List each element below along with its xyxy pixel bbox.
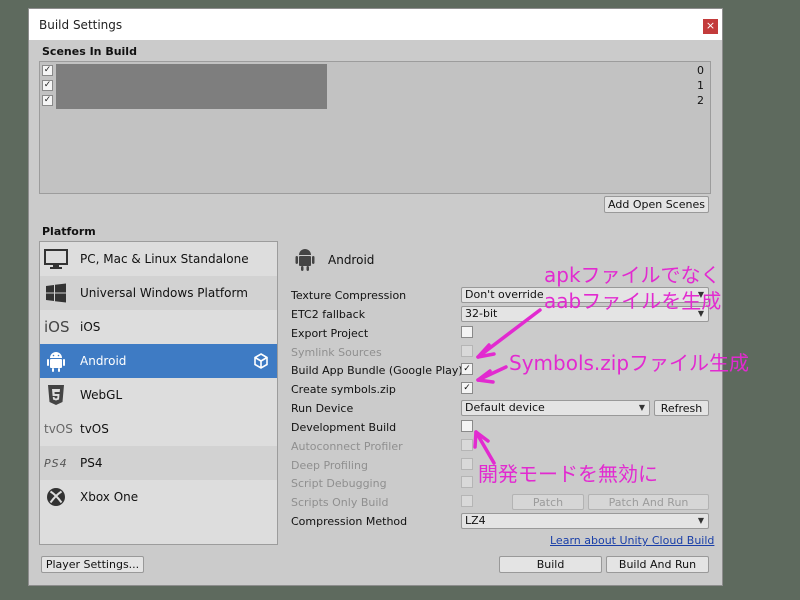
platform-item-webgl[interactable]: WebGL [40, 378, 277, 412]
annotation-symbols: Symbols.zipファイル生成 [509, 351, 750, 375]
build-button[interactable]: Build [499, 556, 602, 573]
monitor-icon [44, 249, 68, 269]
platform-item-android[interactable]: Android [40, 344, 277, 378]
annotation-apk-line1: apkファイルでなく [544, 263, 721, 287]
platform-item-standalone[interactable]: PC, Mac & Linux Standalone [40, 242, 277, 276]
refresh-button[interactable]: Refresh [654, 400, 709, 416]
scene-index: 2 [697, 94, 704, 107]
autoconnect-profiler-checkbox[interactable] [461, 439, 473, 451]
create-symbols-label: Create symbols.zip [291, 383, 396, 396]
scene-name-redacted [56, 94, 327, 109]
chevron-down-icon: ▼ [697, 516, 704, 525]
platform-label: Platform [42, 225, 96, 238]
scripts-only-build-checkbox[interactable] [461, 495, 473, 507]
platform-item-uwp[interactable]: Universal Windows Platform [40, 276, 277, 310]
platform-label-ps4: PS4 [80, 456, 103, 470]
export-project-label: Export Project [291, 327, 369, 340]
android-header-icon [295, 249, 315, 271]
platform-list[interactable]: PC, Mac & Linux Standalone Universal Win… [39, 241, 278, 545]
windows-icon [46, 283, 66, 303]
scene-row[interactable]: ✓ 1 [40, 79, 710, 94]
create-symbols-checkbox[interactable]: ✓ [461, 382, 473, 394]
tvos-icon: tvOS [44, 422, 73, 436]
symlink-sources-checkbox[interactable] [461, 345, 473, 357]
chevron-down-icon: ▼ [638, 403, 645, 412]
annotation-apk-line2: aabファイルを生成 [544, 289, 722, 313]
scripts-only-build-label: Scripts Only Build [291, 496, 389, 509]
ios-icon: iOS [44, 318, 70, 336]
development-build-label: Development Build [291, 421, 397, 434]
run-device-value: Default device [465, 401, 545, 414]
annotation-dev-mode: 開発モードを無効に [478, 462, 658, 486]
scene-checkbox[interactable]: ✓ [42, 65, 53, 76]
platform-item-tvos[interactable]: tvOS tvOS [40, 412, 277, 446]
compression-method-label: Compression Method [291, 515, 408, 528]
deep-profiling-checkbox[interactable] [461, 458, 473, 470]
patch-button[interactable]: Patch [512, 494, 584, 510]
platform-label-ios: iOS [80, 320, 101, 334]
platform-label-xbox-one: Xbox One [80, 490, 139, 504]
platform-label-tvos: tvOS [80, 422, 109, 436]
scenes-in-build-label: Scenes In Build [42, 45, 137, 58]
platform-label-android: Android [80, 354, 127, 368]
compression-method-value: LZ4 [465, 514, 486, 527]
platform-item-ios[interactable]: iOS iOS [40, 310, 277, 344]
platform-label-uwp: Universal Windows Platform [80, 286, 248, 300]
deep-profiling-label: Deep Profiling [291, 459, 368, 472]
html5-icon [48, 385, 64, 405]
development-build-checkbox[interactable] [461, 420, 473, 432]
android-icon [47, 352, 65, 372]
build-and-run-button[interactable]: Build And Run [606, 556, 709, 573]
etc2-fallback-label: ETC2 fallback [291, 308, 366, 321]
platform-label-standalone: PC, Mac & Linux Standalone [80, 252, 249, 266]
xbox-icon [47, 488, 65, 506]
texture-compression-value: Don't override [465, 288, 544, 301]
scene-checkbox[interactable]: ✓ [42, 95, 53, 106]
build-app-bundle-checkbox[interactable]: ✓ [461, 363, 473, 375]
ps4-icon: PS4 [44, 457, 68, 470]
window-title: Build Settings [39, 18, 123, 32]
scene-row[interactable]: ✓ 0 [40, 64, 710, 79]
script-debugging-checkbox[interactable] [461, 476, 473, 488]
run-device-label: Run Device [291, 402, 354, 415]
platform-item-ps4[interactable]: PS4 PS4 [40, 446, 277, 480]
unity-icon [254, 353, 268, 369]
unity-cloud-build-link[interactable]: Learn about Unity Cloud Build [550, 534, 714, 547]
close-button[interactable]: × [703, 19, 718, 34]
add-open-scenes-button[interactable]: Add Open Scenes [604, 196, 709, 213]
run-device-dropdown[interactable]: Default device ▼ [461, 400, 650, 416]
etc2-fallback-value: 32-bit [465, 307, 498, 320]
scene-checkbox[interactable]: ✓ [42, 80, 53, 91]
platform-item-xbox-one[interactable]: Xbox One [40, 480, 277, 514]
scene-index: 1 [697, 79, 704, 92]
build-app-bundle-label: Build App Bundle (Google Play) [291, 364, 463, 377]
scene-name-redacted [56, 64, 327, 79]
script-debugging-label: Script Debugging [291, 477, 387, 490]
scene-name-redacted [56, 79, 327, 94]
export-project-checkbox[interactable] [461, 326, 473, 338]
texture-compression-label: Texture Compression [291, 289, 407, 302]
patch-and-run-button[interactable]: Patch And Run [588, 494, 709, 510]
autoconnect-profiler-label: Autoconnect Profiler [291, 440, 403, 453]
scene-row[interactable]: ✓ 2 [40, 94, 710, 109]
platform-label-webgl: WebGL [80, 388, 123, 402]
compression-method-dropdown[interactable]: LZ4 ▼ [461, 513, 709, 529]
symlink-sources-label: Symlink Sources [291, 346, 382, 359]
scene-index: 0 [697, 64, 704, 77]
player-settings-button[interactable]: Player Settings... [41, 556, 144, 573]
platform-header-title: Android [328, 253, 375, 267]
title-bar[interactable]: Build Settings × [29, 9, 722, 40]
scenes-list[interactable]: ✓ 0 ✓ 1 ✓ 2 [39, 61, 711, 194]
